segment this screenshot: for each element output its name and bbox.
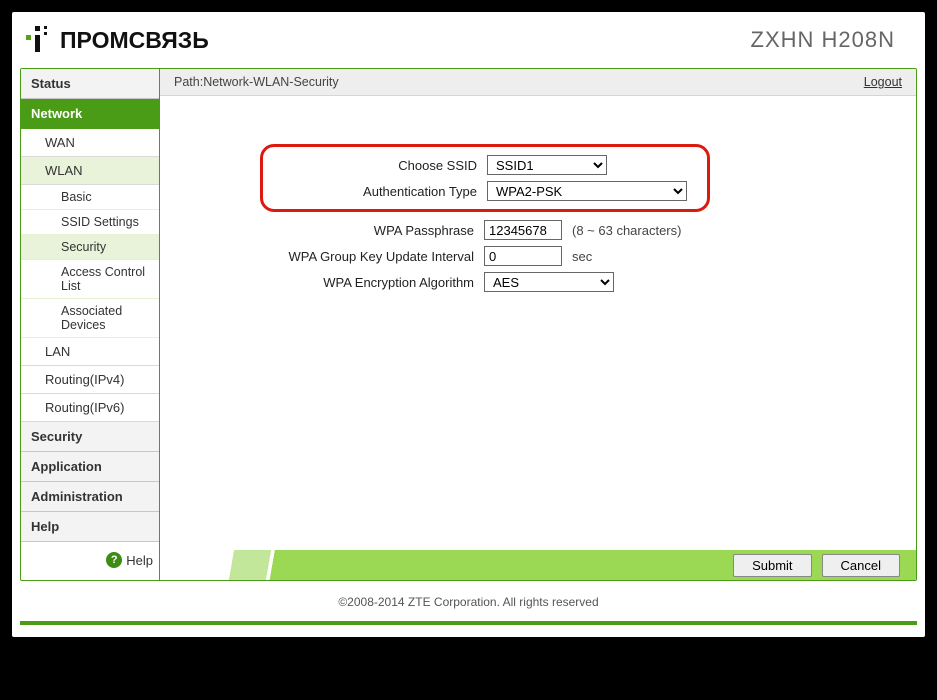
content-area: Path:Network-WLAN-Security Logout Choose… [160, 69, 916, 580]
group-key-label: WPA Group Key Update Interval [184, 249, 484, 264]
enc-alg-select[interactable]: AES [484, 272, 614, 292]
brand-text: ПРОМСВЯЗЬ [60, 27, 209, 54]
logo-icon [26, 26, 52, 54]
highlighted-group: Choose SSID SSID1 Authentication Type WP… [260, 144, 710, 212]
passphrase-label: WPA Passphrase [184, 223, 484, 238]
choose-ssid-label: Choose SSID [269, 158, 487, 173]
sidebar-item-help[interactable]: Help [21, 512, 159, 542]
cancel-button[interactable]: Cancel [822, 554, 900, 577]
auth-type-select[interactable]: WPA2-PSK [487, 181, 687, 201]
passphrase-hint: (8 ~ 63 characters) [572, 223, 681, 238]
sidebar-item-wan[interactable]: WAN [21, 129, 159, 157]
sidebar-item-routing-ipv4[interactable]: Routing(IPv4) [21, 366, 159, 394]
group-key-unit: sec [572, 249, 592, 264]
footer-underline [20, 621, 917, 625]
decorative-stripe [160, 550, 717, 580]
logout-link[interactable]: Logout [864, 75, 902, 89]
submit-button[interactable]: Submit [733, 554, 811, 577]
help-icon: ? [106, 552, 122, 568]
main-frame: Status Network WAN WLAN Basic SSID Setti… [20, 68, 917, 581]
choose-ssid-select[interactable]: SSID1 [487, 155, 607, 175]
enc-alg-label: WPA Encryption Algorithm [184, 275, 484, 290]
security-form: Choose SSID SSID1 Authentication Type WP… [160, 96, 916, 524]
sidebar-item-administration[interactable]: Administration [21, 482, 159, 512]
sidebar-item-routing-ipv6[interactable]: Routing(IPv6) [21, 394, 159, 422]
sidebar-item-application[interactable]: Application [21, 452, 159, 482]
help-label: Help [126, 553, 153, 568]
button-bar: Submit Cancel [160, 550, 916, 580]
sidebar-item-basic[interactable]: Basic [21, 185, 159, 210]
app-window: ПРОМСВЯЗЬ ZXHN H208N Status Network WAN … [12, 12, 925, 637]
passphrase-input[interactable] [484, 220, 562, 240]
sidebar-item-acl[interactable]: Access Control List [21, 260, 159, 299]
auth-type-label: Authentication Type [269, 184, 487, 199]
sidebar-item-ssid-settings[interactable]: SSID Settings [21, 210, 159, 235]
sidebar-item-network[interactable]: Network [21, 99, 159, 129]
path-bar: Path:Network-WLAN-Security Logout [160, 69, 916, 96]
sidebar-item-security[interactable]: Security [21, 235, 159, 260]
sidebar-item-status[interactable]: Status [21, 69, 159, 99]
sidebar-item-lan[interactable]: LAN [21, 338, 159, 366]
breadcrumb: Path:Network-WLAN-Security [174, 75, 339, 89]
model-number: ZXHN H208N [751, 27, 895, 53]
group-key-input[interactable] [484, 246, 562, 266]
sidebar: Status Network WAN WLAN Basic SSID Setti… [21, 69, 160, 580]
footer-text: ©2008-2014 ZTE Corporation. All rights r… [20, 581, 917, 611]
sidebar-item-security-top[interactable]: Security [21, 422, 159, 452]
brand-logo: ПРОМСВЯЗЬ [26, 26, 209, 54]
header: ПРОМСВЯЗЬ ZXHN H208N [20, 20, 917, 68]
help-link[interactable]: ? Help [21, 542, 159, 580]
sidebar-item-assoc-devices[interactable]: Associated Devices [21, 299, 159, 338]
sidebar-item-wlan[interactable]: WLAN [21, 157, 159, 185]
